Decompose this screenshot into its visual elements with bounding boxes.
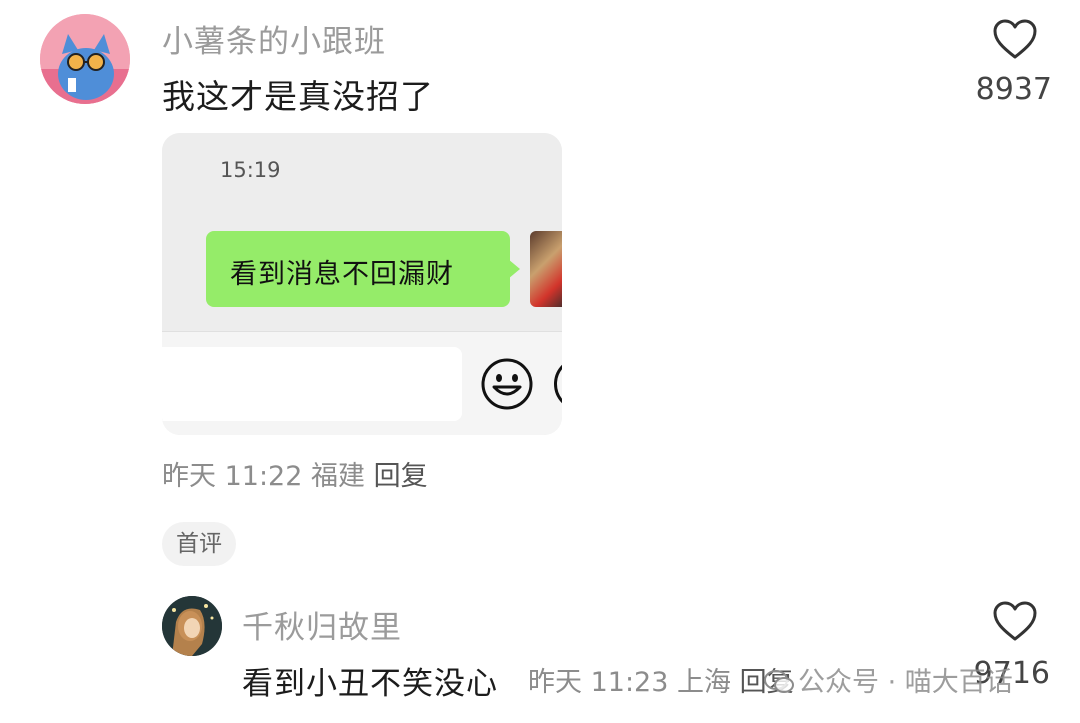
sender-avatar: [530, 231, 562, 307]
smiley-icon: [480, 357, 534, 411]
comment-text: 看到小丑不笑没心: [242, 666, 498, 702]
comment-location: 上海: [677, 667, 731, 698]
like-count: 8937: [975, 72, 1052, 107]
first-comment-badge: 首评: [162, 522, 236, 566]
heart-icon[interactable]: [992, 600, 1038, 642]
message-text: 看到消息不回漏财: [230, 259, 454, 290]
cat-avatar-icon: [40, 14, 130, 104]
comment-meta: 昨天 11:22 福建 回复: [162, 454, 428, 493]
wechat-icon: [764, 669, 794, 695]
comment-image[interactable]: 15:19 看到消息不回漏财: [162, 133, 562, 435]
comment-location: 福建: [311, 461, 365, 492]
watermark: 公众号 · 喵大百话: [764, 660, 1013, 699]
avatar[interactable]: [40, 14, 130, 104]
comment-meta: 昨天 11:23 上海 回复: [528, 660, 794, 699]
comment-text: 我这才是真没招了: [162, 77, 434, 116]
comment-username[interactable]: 小薯条的小跟班: [162, 16, 386, 61]
comment-time: 昨天 11:23: [528, 667, 669, 698]
comment-username[interactable]: 千秋归故里: [242, 602, 402, 647]
heart-icon[interactable]: [992, 18, 1038, 60]
reply-button[interactable]: 回复: [374, 461, 428, 492]
chat-timestamp: 15:19: [220, 158, 281, 182]
portrait-avatar-icon: [162, 596, 222, 656]
message-bubble-tail: [508, 259, 520, 279]
chat-input-box: [162, 347, 462, 421]
avatar[interactable]: [162, 596, 222, 656]
comment-time: 昨天 11:22: [162, 461, 303, 492]
watermark-text: 公众号 · 喵大百话: [798, 667, 1013, 698]
